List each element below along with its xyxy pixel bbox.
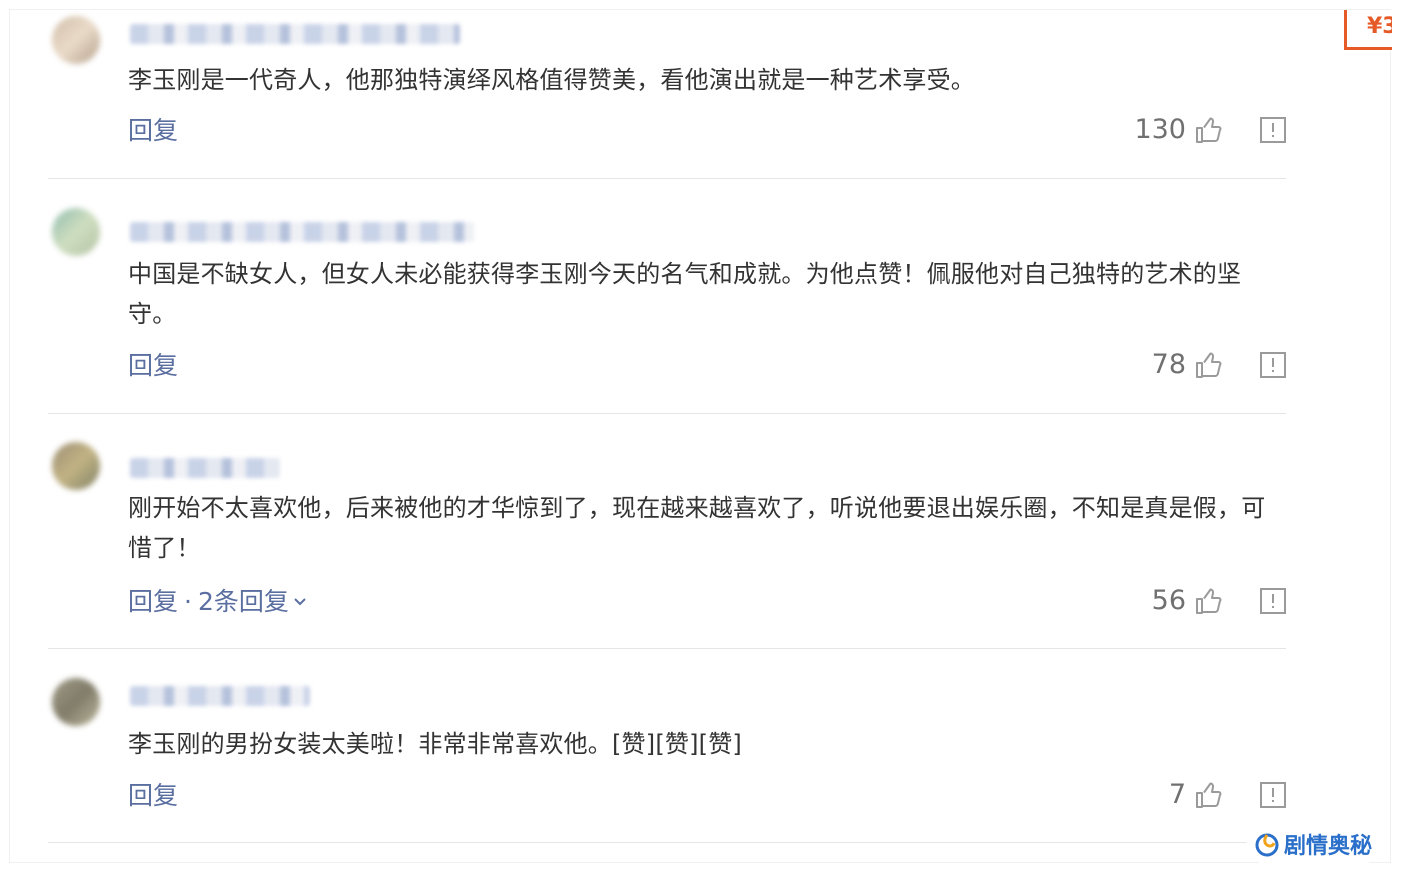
comment-text: 李玉刚是一代奇人，他那独特演绎风格值得赞美，看他演出就是一种艺术享受。 — [128, 66, 975, 94]
reply-row: 回复 — [128, 116, 178, 146]
like-count: 130 — [1134, 114, 1186, 145]
reply-button[interactable]: 回复 — [128, 781, 178, 811]
thumbs-up-icon[interactable] — [1194, 115, 1224, 145]
reply-row: 回复 — [128, 781, 178, 811]
divider — [48, 413, 1286, 414]
reply-row: 回复 · 2条回复 — [128, 587, 307, 617]
divider — [48, 648, 1286, 649]
username[interactable] — [130, 686, 310, 706]
view-replies-label: 2条回复 — [197, 587, 289, 616]
chevron-down-icon — [294, 598, 306, 606]
like-count: 56 — [1151, 585, 1186, 616]
report-icon[interactable] — [1260, 351, 1286, 378]
reply-button[interactable]: 回复 — [128, 116, 178, 146]
price-badge[interactable]: ¥3 — [1344, 10, 1392, 50]
separator: · — [184, 587, 192, 616]
swirl-logo-icon — [1255, 833, 1279, 857]
comment-actions: 130 — [1134, 114, 1286, 145]
thumbs-up-icon[interactable] — [1194, 350, 1224, 380]
avatar[interactable] — [52, 208, 100, 256]
comment-panel: 李玉刚是一代奇人，他那独特演绎风格值得赞美，看他演出就是一种艺术享受。 回复 1… — [10, 10, 1390, 862]
divider — [48, 178, 1286, 179]
watermark-text: 剧情奥秘 — [1283, 834, 1372, 859]
watermark: 剧情奥秘 — [1245, 824, 1382, 864]
reply-row: 回复 — [128, 351, 178, 381]
comment-text: 李玉刚的男扮女装太美啦！非常非常喜欢他。[赞][赞][赞] — [128, 730, 742, 758]
report-icon[interactable] — [1260, 116, 1286, 143]
avatar[interactable] — [52, 678, 100, 726]
view-replies-button[interactable]: 2条回复 — [198, 587, 307, 617]
comment-text: 中国是不缺女人，但女人未必能获得李玉刚今天的名气和成就。为他点赞！佩服他对自己独… — [128, 260, 1242, 328]
reply-button[interactable]: 回复 — [128, 351, 178, 381]
avatar[interactable] — [52, 442, 100, 490]
avatar[interactable] — [52, 16, 100, 64]
comment-actions: 7 — [1169, 779, 1286, 810]
username[interactable] — [130, 458, 280, 478]
divider — [48, 842, 1286, 843]
username[interactable] — [130, 222, 474, 242]
comment-actions: 56 — [1152, 585, 1286, 616]
like-count: 78 — [1151, 349, 1186, 380]
thumbs-up-icon[interactable] — [1194, 586, 1224, 616]
report-icon[interactable] — [1260, 781, 1286, 808]
comment-text: 刚开始不太喜欢他，后来被他的才华惊到了，现在越来越喜欢了，听说他要退出娱乐圈，不… — [128, 494, 1266, 562]
like-count: 7 — [1168, 779, 1186, 810]
report-icon[interactable] — [1260, 587, 1286, 614]
username[interactable] — [130, 24, 460, 44]
comment-actions: 78 — [1152, 349, 1286, 380]
thumbs-up-icon[interactable] — [1194, 780, 1224, 810]
reply-button[interactable]: 回复 — [128, 587, 178, 617]
